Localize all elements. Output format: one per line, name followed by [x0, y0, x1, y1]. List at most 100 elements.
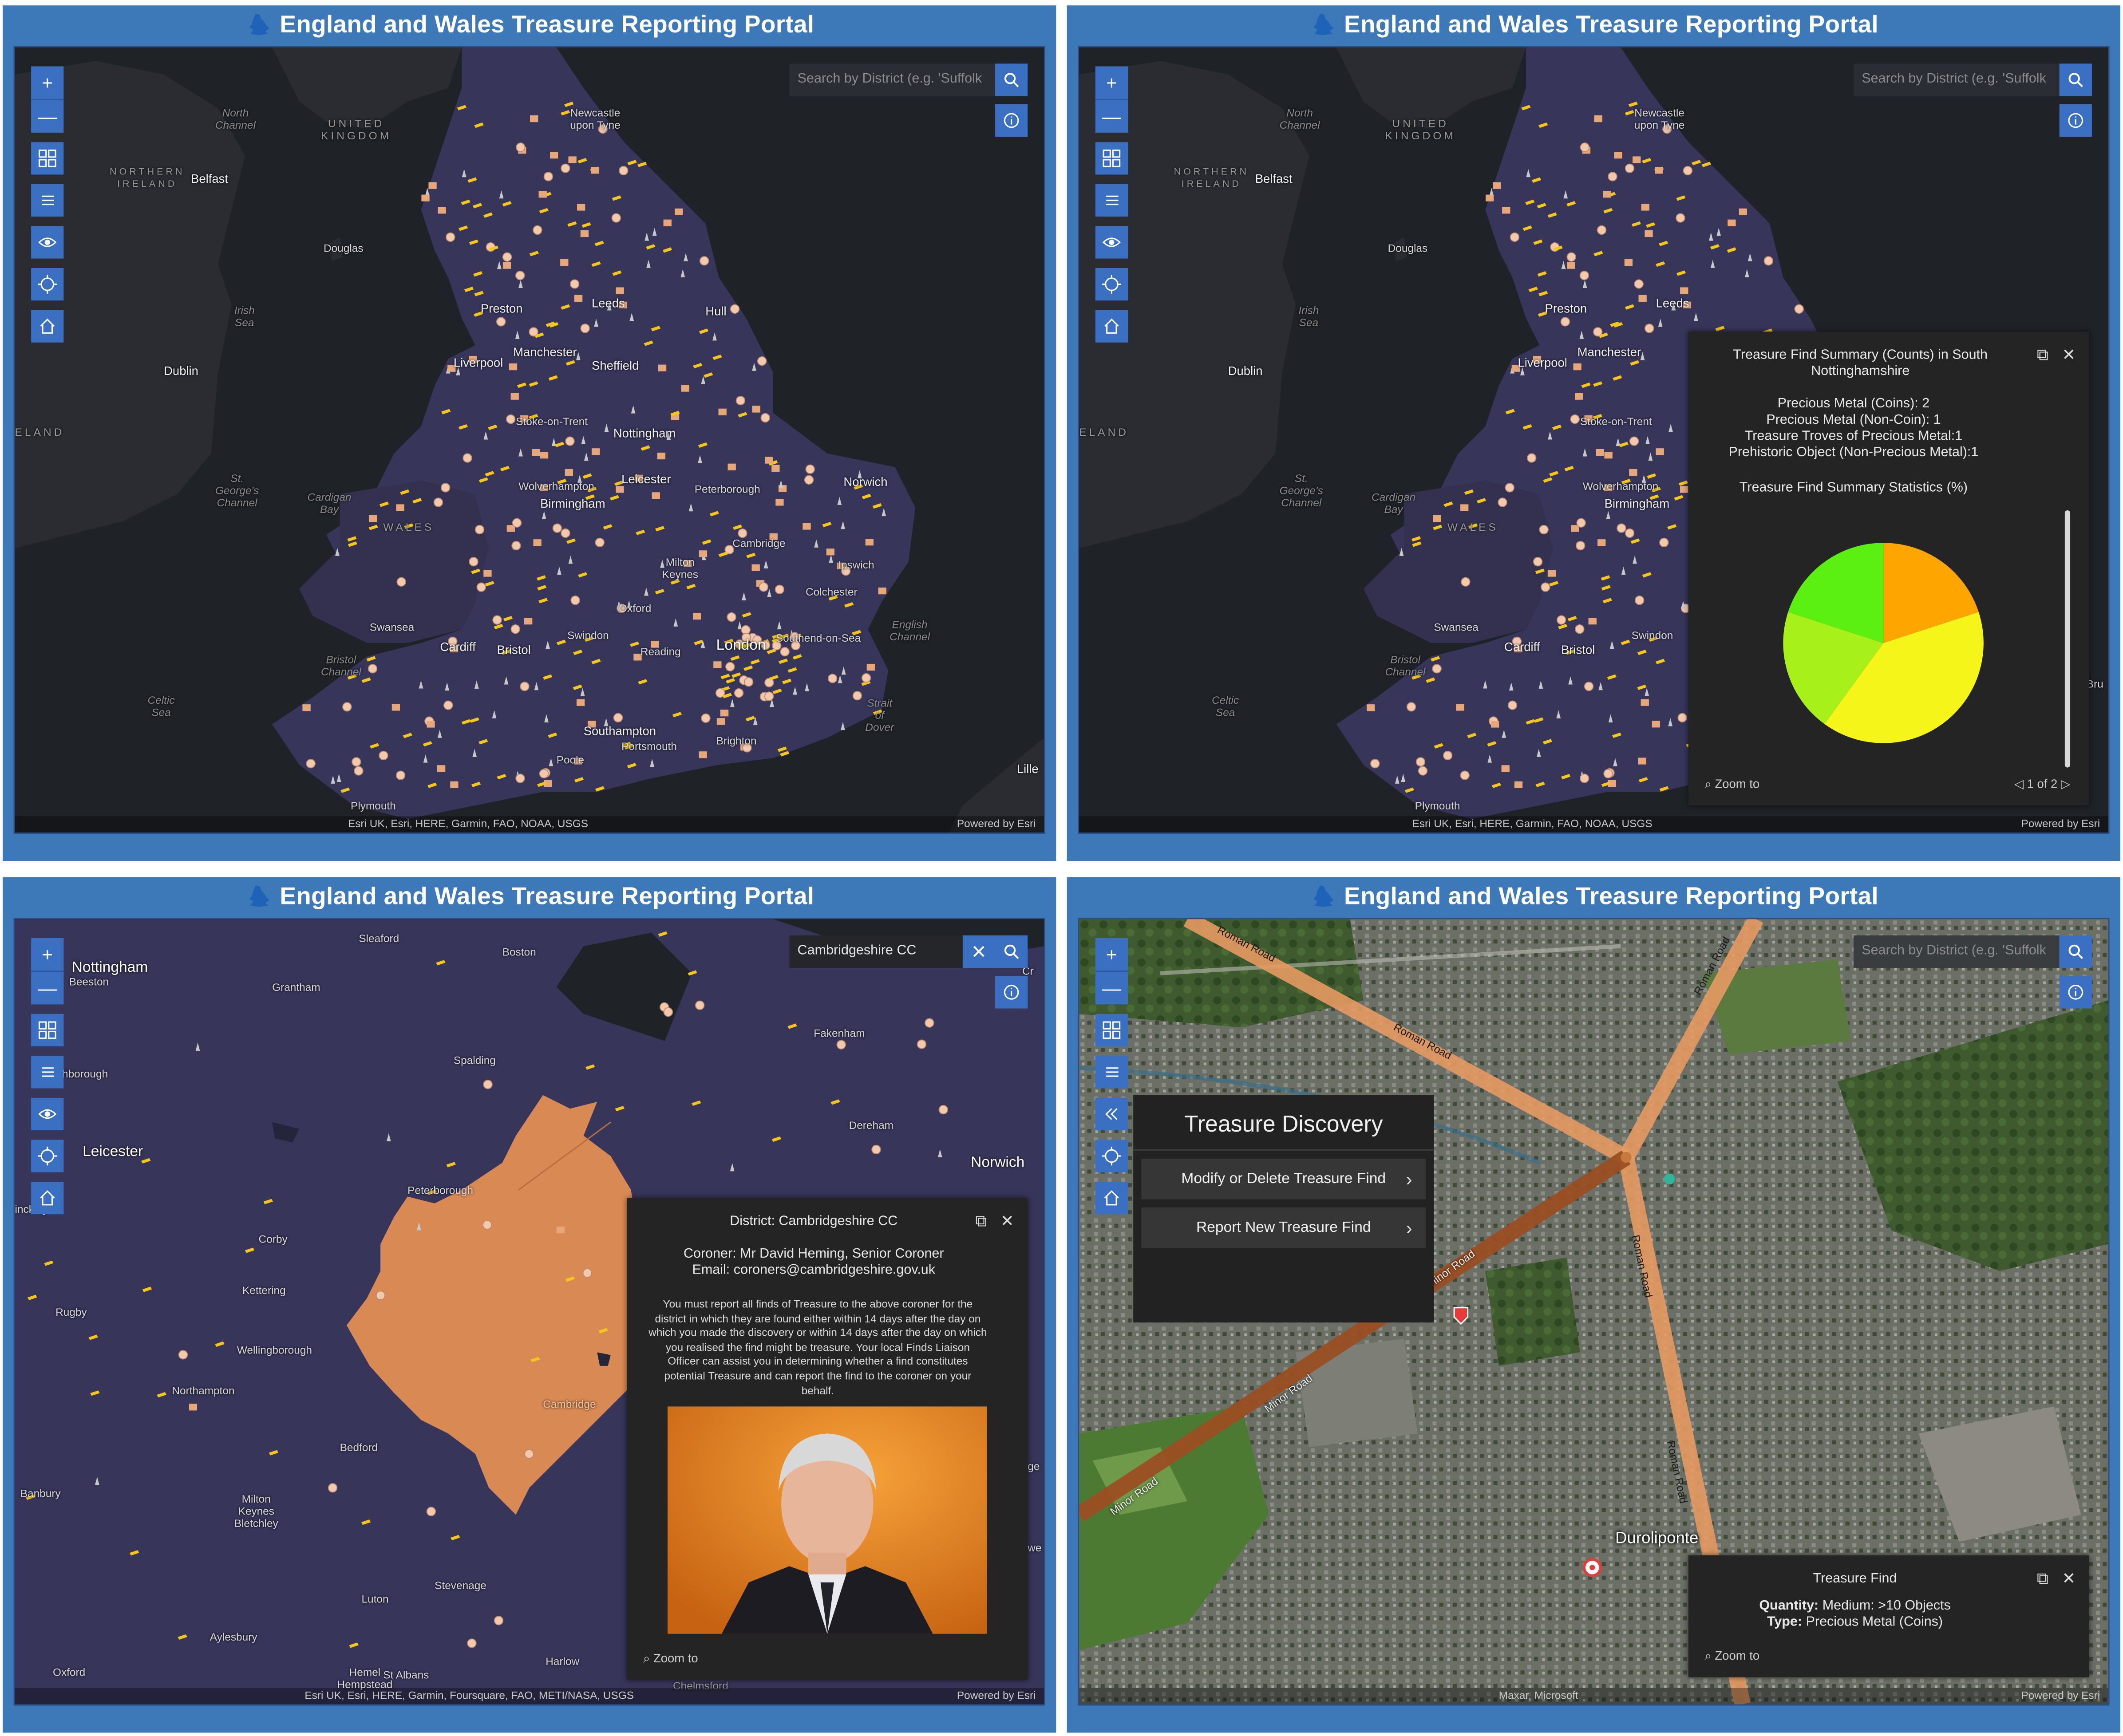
treasure-find-marker[interactable]: [368, 664, 378, 674]
treasure-find-marker[interactable]: [474, 525, 485, 535]
coin-find-marker[interactable]: [485, 471, 494, 477]
treasure-find-marker[interactable]: [1443, 750, 1453, 761]
treasure-find-marker[interactable]: [443, 700, 453, 710]
coin-find-marker[interactable]: [787, 1023, 797, 1029]
object-find-marker[interactable]: [518, 448, 523, 457]
hoard-find-marker[interactable]: [1514, 781, 1523, 789]
close-icon[interactable]: ✕: [2062, 1569, 2076, 1589]
coin-find-marker[interactable]: [782, 679, 792, 684]
treasure-find-marker[interactable]: [701, 713, 711, 723]
object-find-marker[interactable]: [837, 497, 842, 505]
coin-find-marker[interactable]: [822, 521, 832, 528]
coin-find-marker[interactable]: [530, 1357, 540, 1362]
object-find-marker[interactable]: [568, 556, 573, 564]
hoard-find-marker[interactable]: [550, 152, 558, 159]
treasure-find-marker[interactable]: [570, 596, 580, 605]
coin-find-marker[interactable]: [1522, 424, 1532, 430]
coin-find-marker[interactable]: [269, 1450, 279, 1456]
hoard-find-marker[interactable]: [391, 704, 400, 711]
coin-find-marker[interactable]: [646, 244, 656, 250]
object-find-marker[interactable]: [680, 269, 685, 277]
object-find-marker[interactable]: [546, 640, 550, 649]
hoard-find-marker[interactable]: [1739, 208, 1747, 216]
hoard-find-marker[interactable]: [483, 570, 492, 577]
treasure-find-marker[interactable]: [1794, 304, 1804, 314]
treasure-find-marker[interactable]: [1597, 225, 1607, 235]
coin-find-marker[interactable]: [1646, 222, 1656, 228]
hoard-find-marker[interactable]: [1567, 262, 1575, 269]
hoard-find-marker[interactable]: [718, 408, 727, 415]
coin-find-marker[interactable]: [693, 363, 703, 369]
hoard-find-marker[interactable]: [540, 452, 549, 459]
object-find-marker[interactable]: [1716, 228, 1721, 236]
hoard-find-marker[interactable]: [1680, 486, 1688, 493]
coin-find-marker[interactable]: [474, 122, 484, 128]
hoard-find-marker[interactable]: [616, 287, 624, 294]
popup-pager[interactable]: ◁ 1 of 2 ▷: [2014, 777, 2070, 792]
hoard-find-marker[interactable]: [1656, 448, 1664, 455]
object-find-marker[interactable]: [462, 169, 467, 178]
hoard-find-marker[interactable]: [437, 765, 446, 772]
coin-find-marker[interactable]: [1537, 203, 1546, 209]
object-find-marker[interactable]: [1694, 312, 1698, 321]
object-find-marker[interactable]: [1561, 261, 1566, 269]
treasure-find-marker[interactable]: [611, 213, 621, 223]
hoard-find-marker[interactable]: [565, 469, 573, 476]
object-find-marker[interactable]: [499, 190, 504, 199]
hoard-find-marker[interactable]: [1460, 504, 1469, 511]
coin-find-marker[interactable]: [1628, 101, 1638, 107]
coin-find-marker[interactable]: [581, 222, 591, 228]
coin-find-marker[interactable]: [517, 383, 527, 388]
treasure-find-marker[interactable]: [580, 324, 590, 333]
coin-find-marker[interactable]: [542, 674, 553, 680]
coin-find-marker[interactable]: [688, 970, 697, 976]
treasure-find-marker[interactable]: [1677, 713, 1687, 723]
treasure-find-marker[interactable]: [512, 518, 522, 528]
coin-find-marker[interactable]: [1426, 677, 1435, 683]
coin-find-marker[interactable]: [591, 261, 601, 267]
hoard-find-marker[interactable]: [1641, 699, 1649, 706]
treasure-find-marker[interactable]: [352, 757, 361, 767]
treasure-find-marker[interactable]: [515, 271, 525, 280]
coin-find-marker[interactable]: [637, 162, 647, 167]
hoard-find-marker[interactable]: [675, 208, 683, 216]
hoard-find-marker[interactable]: [1502, 207, 1510, 214]
hoard-find-marker[interactable]: [720, 710, 729, 717]
district-map[interactable]: Nottingham Beeston Sleaford Boston Grant…: [13, 918, 1045, 1706]
object-find-marker[interactable]: [1745, 269, 1749, 277]
treasure-find-marker[interactable]: [925, 1018, 934, 1028]
close-icon[interactable]: ✕: [2062, 345, 2076, 366]
coin-find-marker[interactable]: [1581, 383, 1591, 388]
info-button[interactable]: [2059, 976, 2092, 1009]
treasure-find-marker[interactable]: [376, 1290, 386, 1300]
object-find-marker[interactable]: [737, 621, 742, 630]
coin-find-marker[interactable]: [539, 208, 549, 213]
hoard-find-marker[interactable]: [1367, 704, 1375, 711]
coin-find-marker[interactable]: [366, 656, 376, 662]
object-find-marker[interactable]: [882, 508, 886, 517]
object-find-marker[interactable]: [1487, 754, 1492, 763]
zoom-in-button[interactable]: +: [31, 938, 64, 972]
treasure-find-marker[interactable]: [496, 317, 506, 327]
basemap-gallery-button[interactable]: [1095, 142, 1128, 175]
hoard-find-marker[interactable]: [574, 295, 583, 302]
treasure-find-marker[interactable]: [738, 528, 747, 538]
visibility-button[interactable]: [31, 1097, 64, 1131]
coin-find-marker[interactable]: [1659, 786, 1669, 792]
object-find-marker[interactable]: [581, 436, 586, 444]
coin-find-marker[interactable]: [1542, 739, 1553, 745]
powered-by-esri[interactable]: Powered by Esri: [957, 817, 1036, 829]
hoard-find-marker[interactable]: [1629, 469, 1637, 476]
coin-find-marker[interactable]: [1701, 162, 1711, 167]
search-button[interactable]: [995, 935, 1028, 968]
treasure-find-marker[interactable]: [561, 163, 570, 173]
coin-find-marker[interactable]: [361, 1519, 371, 1525]
coin-find-marker[interactable]: [129, 1550, 139, 1556]
object-find-marker[interactable]: [1658, 319, 1663, 327]
treasure-find-marker[interactable]: [1510, 232, 1520, 242]
powered-by-esri[interactable]: Powered by Esri: [2021, 817, 2100, 829]
object-find-marker[interactable]: [1708, 233, 1713, 241]
treasure-find-marker[interactable]: [1418, 766, 1428, 776]
coin-find-marker[interactable]: [778, 658, 788, 664]
coin-find-marker[interactable]: [1621, 639, 1630, 645]
